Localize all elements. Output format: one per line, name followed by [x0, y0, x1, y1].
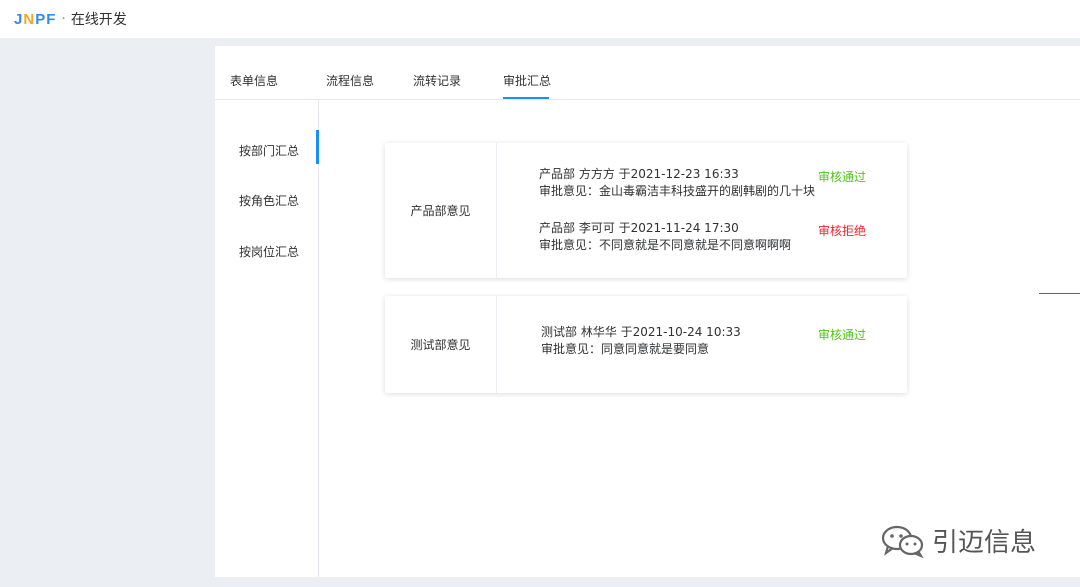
tab-form-info[interactable]: 表单信息 [230, 72, 278, 89]
app-title: 在线开发 [70, 12, 127, 28]
status-badge-rejected: 审核拒绝 [818, 224, 867, 238]
tab-bar: 表单信息 流程信息 流转记录 审批汇总 [215, 46, 1080, 100]
approval-entry: 产品部 李可可 于2021-11-24 17:30 审批意见：不同意就是不同意就… [539, 220, 791, 254]
top-bar: JNPF · 在线开发 [0, 0, 1080, 38]
jnpf-logo: JNPF [14, 11, 56, 28]
sidebar-item-by-role[interactable]: 按角色汇总 [239, 192, 299, 209]
sidebar-item-by-department[interactable]: 按部门汇总 [239, 142, 299, 159]
brand-separator: · [61, 11, 66, 27]
tab-approval-summary[interactable]: 审批汇总 [503, 72, 551, 89]
approval-meta: 产品部 方方方 于2021-12-23 16:33 [539, 167, 739, 181]
tab-transfer-records[interactable]: 流转记录 [413, 72, 461, 89]
sidebar-item-by-position[interactable]: 按岗位汇总 [239, 243, 299, 260]
tab-flow-info[interactable]: 流程信息 [326, 72, 374, 89]
approval-comment: 审批意见：同意同意就是要同意 [541, 342, 710, 356]
dept-label: 产品部意见 [385, 143, 497, 278]
summary-sidebar: 按部门汇总 按角色汇总 按岗位汇总 [215, 100, 319, 577]
active-tab-indicator [503, 97, 549, 99]
approval-comment: 审批意见：不同意就是不同意就是不同意啊啊啊 [539, 238, 792, 252]
divider-line [1039, 293, 1080, 294]
watermark-text: 引迈信息 [932, 528, 1037, 558]
approval-entry: 产品部 方方方 于2021-12-23 16:33 审批意见：金山毒霸洁丰科技盛… [539, 166, 815, 200]
status-badge-approved: 审核通过 [818, 328, 867, 342]
watermark: 引迈信息 [880, 522, 1036, 559]
approval-comment: 审批意见：金山毒霸洁丰科技盛开的剧韩剧的几十块 [539, 184, 816, 198]
brand[interactable]: JNPF · 在线开发 [14, 9, 127, 29]
approval-meta: 测试部 林华华 于2021-10-24 10:33 [541, 325, 741, 339]
main-panel: 表单信息 流程信息 流转记录 审批汇总 按部门汇总 按角色汇总 按岗位汇总 产品… [215, 46, 1080, 577]
logo-letters-pf: PF [35, 10, 57, 28]
logo-letter-n: N [23, 10, 36, 28]
status-badge-approved: 审核通过 [818, 170, 867, 184]
sidebar-active-indicator [316, 130, 319, 164]
approval-meta: 产品部 李可可 于2021-11-24 17:30 [539, 221, 739, 235]
wechat-icon [881, 525, 924, 558]
approval-entry: 测试部 林华华 于2021-10-24 10:33 审批意见：同意同意就是要同意 [541, 324, 741, 358]
logo-letter-j: J [14, 10, 24, 28]
dept-opinion-card: 测试部意见 测试部 林华华 于2021-10-24 10:33 审批意见：同意同… [385, 296, 907, 393]
dept-opinion-card: 产品部意见 产品部 方方方 于2021-12-23 16:33 审批意见：金山毒… [385, 143, 907, 278]
dept-label: 测试部意见 [385, 296, 497, 393]
